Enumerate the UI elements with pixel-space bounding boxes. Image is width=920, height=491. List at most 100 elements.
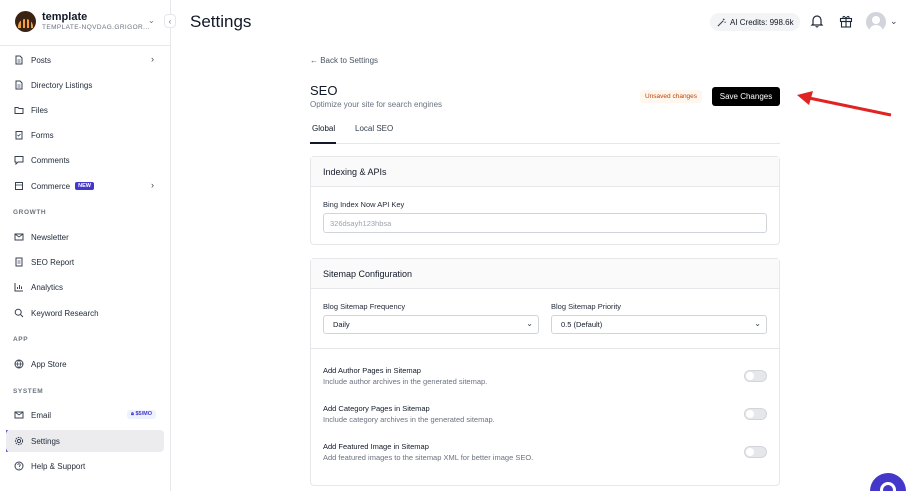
sitemap-priority-select[interactable]: 0.5 (Default) ⌄ [551,315,767,334]
annotation-arrow [797,91,892,117]
sidebar-item-settings[interactable]: Settings [6,430,164,452]
tab-local-seo[interactable]: Local SEO [355,124,393,133]
ai-credits-badge[interactable]: AI Credits: 998.6k [710,13,800,31]
section-label-system: SYSTEM [13,388,44,395]
field-label: Blog Sitemap Frequency [323,302,406,311]
option-description: Include category archives in the generat… [323,415,495,424]
option-title: Add Category Pages in Sitemap [323,404,430,413]
option-description: Include author archives in the generated… [323,377,488,386]
bell-icon[interactable] [809,13,825,29]
option-description: Add featured images to the sitemap XML f… [323,453,534,462]
card-header: Indexing & APIs [311,157,779,187]
sidebar-item-newsletter[interactable]: Newsletter [6,226,164,248]
ai-credits-text: AI Credits: 998.6k [730,17,794,27]
sidebar-item-app-store[interactable]: App Store [6,353,164,375]
sitemap-frequency-select[interactable]: Daily ⌄ [323,315,539,334]
back-to-settings-link[interactable]: ← Back to Settings [310,56,378,65]
gear-icon [14,436,24,446]
price-badge-text: $5/MO [135,411,152,417]
sidebar-item-help-support[interactable]: Help & Support [6,455,164,477]
folder-icon [14,105,24,115]
document-icon [14,80,24,90]
chevron-updown-icon: ⌄ [148,16,155,25]
bing-api-key-input[interactable]: 326dsayh123hbsa [323,213,767,233]
workspace-switcher[interactable]: template TEMPLATE-NQVDAG.GRIGOR... ⌄ [15,10,165,34]
clipboard-icon [14,130,24,140]
workspace-name: template [42,11,88,23]
chevron-right-icon: › [151,180,154,190]
sidebar-divider [0,45,170,46]
option-title: Add Featured Image in Sitemap [323,442,429,451]
sidebar-item-label: Analytics [31,282,64,292]
sidebar-item-directory-listings[interactable]: Directory Listings [6,74,164,96]
section-title: SEO [310,83,338,98]
box-icon [14,181,24,191]
sidebar-item-keyword-research[interactable]: Keyword Research [6,302,164,324]
avatar[interactable] [866,12,886,32]
save-changes-button[interactable]: Save Changes [712,87,780,106]
divider [311,348,779,349]
sidebar: template TEMPLATE-NQVDAG.GRIGOR... ⌄ Pos… [0,0,171,491]
report-icon [14,257,24,267]
sidebar-item-label: SEO Report [31,257,75,267]
globe-icon [14,359,24,369]
new-badge: NEW [75,182,94,190]
sidebar-item-label: Comments [31,155,70,165]
sidebar-item-analytics[interactable]: Analytics [6,276,164,298]
sidebar-item-forms[interactable]: Forms [6,124,164,146]
document-icon [14,55,24,65]
unsaved-changes-badge: Unsaved changes [640,90,703,103]
card-header: Sitemap Configuration [311,259,779,289]
sidebar-item-posts[interactable]: Posts › [6,49,164,71]
section-label-growth: GROWTH [13,209,47,216]
mail-icon [14,232,24,242]
active-tab-indicator [310,142,336,144]
help-icon [14,461,24,471]
chevron-down-icon: ⌄ [754,319,761,328]
featured-image-toggle[interactable] [744,446,767,458]
sidebar-item-label: Files [31,105,48,115]
section-label-app: APP [13,336,29,343]
mail-icon [14,410,24,420]
sitemap-card: Sitemap Configuration Blog Sitemap Frequ… [310,258,780,486]
sidebar-item-label: App Store [31,359,67,369]
sidebar-item-label: Keyword Research [31,308,99,318]
category-pages-toggle[interactable] [744,408,767,420]
sidebar-item-seo-report[interactable]: SEO Report [6,251,164,273]
collapse-sidebar-button[interactable]: ‹ [164,14,176,28]
chevron-right-icon: › [151,54,154,64]
magic-wand-icon [717,17,726,26]
select-value: Daily [333,320,350,329]
workspace-slug: TEMPLATE-NQVDAG.GRIGOR... [42,24,150,31]
sidebar-item-label: Commerce [31,181,71,191]
chevron-down-icon: ⌄ [526,319,533,328]
sidebar-item-label: Posts [31,55,52,65]
sidebar-item-label: Help & Support [31,461,86,471]
field-label: Blog Sitemap Priority [551,302,622,311]
search-icon [14,308,24,318]
comment-icon [14,155,24,165]
indexing-card: Indexing & APIs Bing Index Now API Key 3… [310,156,780,245]
chat-icon [880,482,896,491]
chevron-down-icon[interactable]: ⌄ [890,16,898,27]
chart-icon [14,282,24,292]
workspace-logo [15,11,36,32]
sidebar-item-label: Forms [31,130,54,140]
author-pages-toggle[interactable] [744,370,767,382]
sidebar-item-email[interactable]: Email 🔒︎ $5/MO [6,404,164,426]
chevron-left-icon: ‹ [168,16,172,26]
page-title: Settings [190,12,252,31]
price-badge: 🔒︎ $5/MO [127,410,156,419]
sidebar-item-files[interactable]: Files [6,99,164,121]
field-label: Bing Index Now API Key [323,200,405,209]
gift-icon[interactable] [838,13,854,29]
chat-support-button[interactable] [870,473,906,491]
sidebar-item-label: Newsletter [31,232,69,242]
tab-global[interactable]: Global [312,124,335,133]
sidebar-item-label: Email [31,410,52,420]
lock-icon: 🔒︎ [131,411,134,417]
sidebar-item-commerce[interactable]: Commerce NEW › [6,175,164,197]
option-title: Add Author Pages in Sitemap [323,366,421,375]
sidebar-item-label: Directory Listings [31,80,93,90]
sidebar-item-comments[interactable]: Comments [6,149,164,171]
